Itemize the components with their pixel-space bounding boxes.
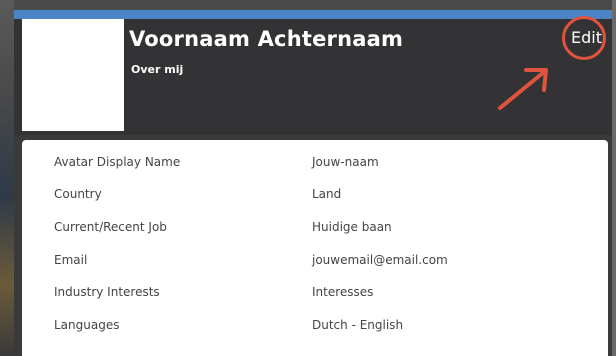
detail-value-languages: Dutch - English [312, 318, 404, 332]
background-right-strip [612, 0, 616, 356]
about-me-link[interactable]: Over mij [131, 63, 183, 76]
profile-details-card: Avatar Display Name Jouw-naam Country La… [22, 140, 608, 356]
detail-label-industry-interests: Industry Interests [54, 285, 160, 299]
detail-value-country: Land [312, 187, 342, 201]
detail-label-email: Email [54, 253, 88, 267]
avatar[interactable] [22, 19, 124, 131]
detail-label-current-job: Current/Recent Job [54, 220, 167, 234]
detail-value-email: jouwemail@email.com [312, 253, 448, 267]
window-top-edge [0, 0, 616, 10]
detail-value-current-job: Huidige baan [312, 220, 392, 234]
accent-bar [14, 10, 612, 19]
background-left-strip [0, 0, 14, 356]
detail-label-country: Country [54, 187, 102, 201]
annotation-arrow-icon [498, 68, 548, 110]
detail-value-avatar-display-name: Jouw-naam [312, 155, 379, 169]
detail-value-industry-interests: Interesses [312, 285, 374, 299]
detail-label-languages: Languages [54, 318, 120, 332]
detail-label-avatar-display-name: Avatar Display Name [54, 155, 181, 169]
annotation-circle [562, 16, 606, 60]
profile-name: Voornaam Achternaam [129, 27, 404, 51]
